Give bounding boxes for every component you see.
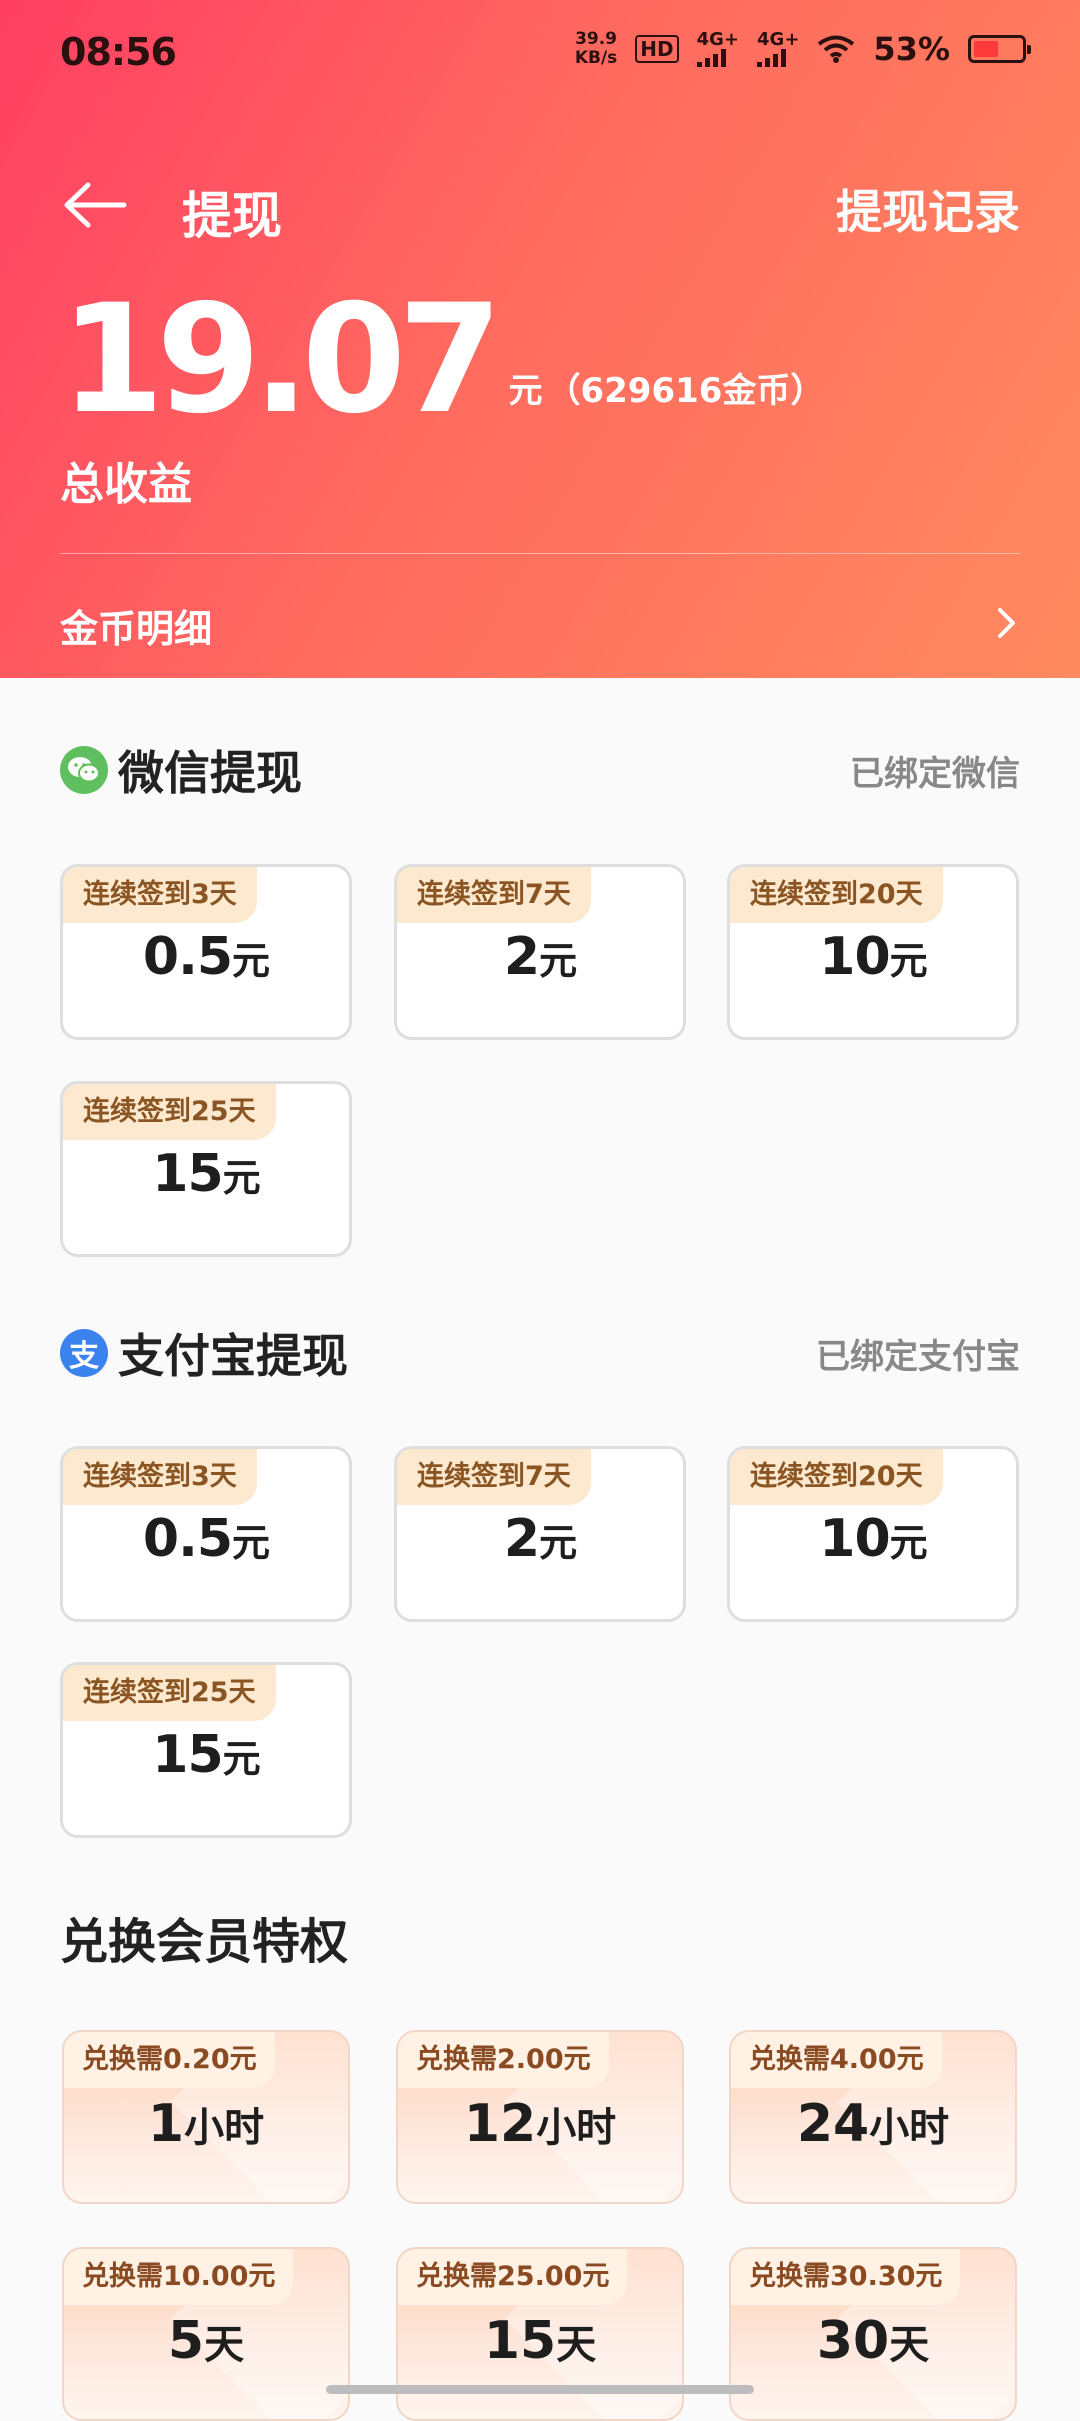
amount-unit: 元 [508,371,543,411]
wechat-option-card[interactable]: 连续签到7天 2元 [394,864,686,1040]
vip-option-card[interactable]: 兑换需0.20元 1小时 [62,2030,350,2204]
status-time: 08:56 [60,30,177,74]
card-tag: 连续签到3天 [63,1449,257,1505]
withdraw-record-link[interactable]: 提现记录 [836,176,1020,242]
net-speed: 39.9 KB/s [575,30,617,68]
alipay-option-card[interactable]: 连续签到20天 10元 [727,1446,1019,1622]
card-tag: 兑换需25.00元 [398,2249,628,2305]
card-value: 24小时 [796,2094,950,2154]
card-tag: 连续签到20天 [730,867,943,923]
card-value: 10元 [819,927,927,987]
card-value: 30天 [816,2311,930,2371]
vip-option-card[interactable]: 兑换需10.00元 5天 [62,2247,350,2421]
card-tag: 兑换需4.00元 [731,2032,942,2088]
card-tag: 兑换需0.20元 [64,2032,275,2088]
wechat-section-header: 微信提现 已绑定微信 [60,740,1020,800]
back-arrow-icon[interactable] [62,180,128,230]
battery-percent: 53% [873,30,950,68]
wechat-bound-status: 已绑定微信 [850,753,1020,794]
battery-icon [968,35,1031,63]
card-value: 15元 [152,1144,260,1204]
card-tag: 连续签到20天 [730,1449,943,1505]
card-value: 2元 [503,927,577,987]
total-earnings-label: 总收益 [60,459,192,510]
vip-option-card[interactable]: 兑换需4.00元 24小时 [729,2030,1017,2204]
alipay-option-card[interactable]: 连续签到25天 15元 [60,1662,352,1838]
net-speed-value: 39.9 [575,29,618,49]
card-tag: 连续签到25天 [63,1084,276,1140]
card-tag: 连续签到7天 [397,1449,591,1505]
card-value: 2元 [503,1509,577,1569]
card-value: 1小时 [147,2094,265,2154]
wechat-section-title: 微信提现 [118,746,302,800]
net-speed-unit: KB/s [574,48,618,68]
wifi-icon [818,35,855,63]
page-title: 提现 [182,187,282,245]
card-tag: 连续签到25天 [63,1665,276,1721]
card-tag: 连续签到3天 [63,867,257,923]
card-value: 12小时 [463,2094,617,2154]
alipay-bound-status: 已绑定支付宝 [816,1336,1020,1377]
card-value: 15天 [483,2311,597,2371]
wechat-icon [60,746,108,794]
card-tag: 兑换需10.00元 [64,2249,294,2305]
card-value: 0.5元 [142,1509,270,1569]
amount-value: 19.07 [60,273,502,447]
status-bar: 08:56 39.9 KB/s HD 4G+ 4G+ 53% [0,0,1080,104]
alipay-option-card[interactable]: 连续签到7天 2元 [394,1446,686,1622]
alipay-section-header: 支 支付宝提现 已绑定支付宝 [60,1323,1020,1383]
hd-icon: HD [635,35,679,63]
card-value: 0.5元 [142,927,270,987]
vip-option-card[interactable]: 兑换需25.00元 15天 [396,2247,684,2421]
alipay-icon: 支 [60,1329,108,1377]
status-icons: 39.9 KB/s HD 4G+ 4G+ 53% [575,29,1031,68]
sim1-label: 4G+ [696,29,740,50]
card-value: 10元 [819,1509,927,1569]
header-banner: 08:56 39.9 KB/s HD 4G+ 4G+ 53% 提现 提现记录 1… [0,0,1080,678]
sim2-label: 4G+ [757,29,800,50]
card-value: 15元 [152,1725,260,1785]
vip-option-card[interactable]: 兑换需30.30元 30天 [729,2247,1017,2421]
alipay-option-card[interactable]: 连续签到3天 0.5元 [60,1446,352,1622]
vip-section-title: 兑换会员特权 [60,1914,349,1970]
card-tag: 兑换需2.00元 [398,2032,609,2088]
coin-detail-link[interactable]: 金币明细 [60,598,212,653]
wechat-option-card[interactable]: 连续签到3天 0.5元 [60,864,352,1040]
card-tag: 兑换需30.30元 [731,2249,961,2305]
signal-sim1-icon: 4G+ [696,29,740,67]
home-indicator[interactable] [326,2385,754,2394]
wechat-option-card[interactable]: 连续签到20天 10元 [727,864,1019,1040]
chevron-right-icon[interactable] [996,606,1018,640]
card-tag: 连续签到7天 [397,867,591,923]
alipay-section-title: 支付宝提现 [118,1329,348,1383]
signal-sim2-icon: 4G+ [757,31,799,67]
wechat-option-card[interactable]: 连续签到25天 15元 [60,1081,352,1257]
vip-option-card[interactable]: 兑换需2.00元 12小时 [396,2030,684,2204]
coin-count: （629616金币） [546,371,825,411]
header-divider [60,553,1020,554]
card-value: 5天 [167,2311,245,2371]
total-amount: 19.07 元 （629616金币） [60,273,825,447]
